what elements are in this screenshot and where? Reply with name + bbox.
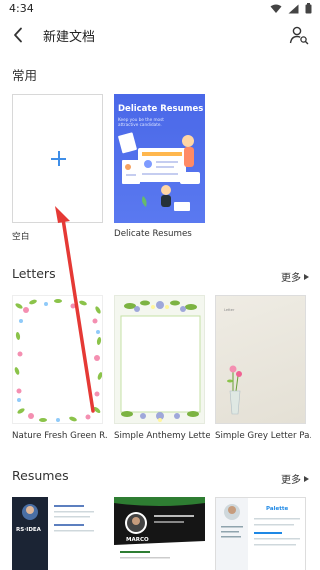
- back-button[interactable]: [9, 25, 29, 45]
- template-label-blank: 空白: [12, 232, 30, 242]
- floral-border-illustration: [14, 299, 102, 422]
- thumb-text: MARCO: [126, 537, 149, 543]
- template-card-resume-marco[interactable]: MARCO: [114, 497, 205, 570]
- thumb-text: RS·IDEA: [16, 527, 41, 533]
- section-title-letters: Letters: [12, 266, 56, 281]
- template-label-delicate-resumes: Delicate Resumes: [114, 229, 192, 239]
- template-card-simple-anthemy[interactable]: [114, 295, 205, 424]
- template-card-resume-palette[interactable]: Palette: [215, 497, 306, 570]
- account-search-icon: [289, 26, 309, 45]
- resumes-more-link[interactable]: 更多: [281, 471, 309, 486]
- resume-thumb-illustration: [114, 497, 205, 570]
- letters-more-link[interactable]: 更多: [281, 269, 309, 284]
- signal-icon: [288, 4, 299, 13]
- section-title-common: 常用: [12, 68, 38, 83]
- page-title: 新建文档: [43, 30, 96, 45]
- status-time: 4:34: [9, 2, 34, 15]
- account-button[interactable]: [288, 24, 310, 46]
- battery-icon: [305, 3, 312, 14]
- more-label: 更多: [281, 273, 301, 284]
- template-label-simple-grey: Simple Grey Letter Pa...: [215, 431, 311, 441]
- template-card-simple-grey[interactable]: Letter: [215, 295, 306, 424]
- template-card-delicate-resumes[interactable]: Delicate Resumes Keep you be the most at…: [114, 94, 205, 223]
- template-card-resume-rsidea[interactable]: RS·IDEA: [12, 497, 103, 570]
- status-bar: 4:34: [0, 0, 320, 18]
- annotation-arrow: [55, 206, 95, 413]
- template-label-simple-anthemy: Simple Anthemy Letter...: [114, 431, 210, 441]
- thumb-text: Palette: [266, 506, 289, 512]
- plus-icon-vertical: [57, 151, 60, 166]
- resume-thumb-illustration: [12, 497, 103, 570]
- app-bar: 新建文档: [0, 20, 320, 50]
- chevron-right-icon: [304, 475, 309, 482]
- resume-illustration: [118, 132, 200, 211]
- status-icons: [270, 3, 312, 14]
- template-label-nature-fresh: Nature Fresh Green R...: [12, 431, 108, 441]
- floral-frame-illustration: [120, 300, 201, 422]
- more-label: 更多: [281, 475, 301, 486]
- resume-thumb-illustration: [216, 498, 300, 570]
- chevron-right-icon: [304, 273, 309, 280]
- vase-illustration: [227, 365, 242, 415]
- section-title-resumes: Resumes: [12, 468, 69, 483]
- template-card-blank[interactable]: [12, 94, 103, 223]
- back-arrow-icon: [14, 27, 22, 43]
- wifi-icon: [270, 4, 282, 13]
- template-card-nature-fresh[interactable]: [12, 295, 103, 424]
